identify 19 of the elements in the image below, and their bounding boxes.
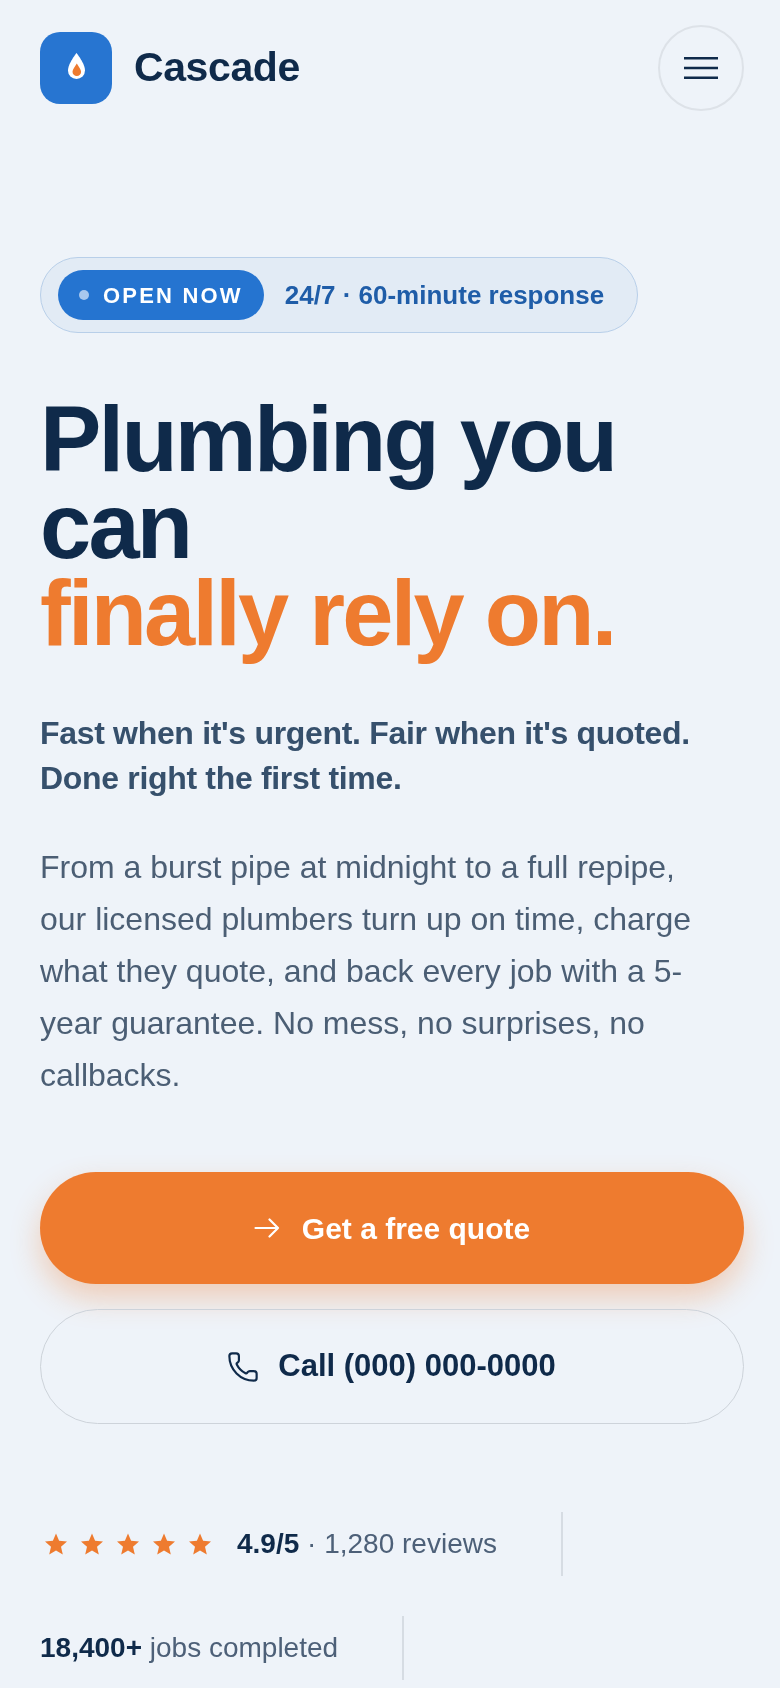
- menu-icon: [684, 57, 718, 79]
- brand-name: Cascade: [134, 43, 300, 93]
- star-icon: [189, 1533, 211, 1555]
- headline-text: Plumbing you can: [40, 396, 617, 570]
- rating-text: 4.9/5 · 1,280 reviews: [237, 1527, 497, 1561]
- description: From a burst pipe at midnight to a full repipe, our licensed plumbers turn up on time, charge what they quote, and back every job with a 5-year guarantee. No mess, no surprises, no callbacks.: [40, 848, 692, 1095]
- status-text: OPEN NOW: [103, 281, 243, 310]
- menu-button[interactable]: [658, 25, 744, 111]
- star-icon: [153, 1533, 175, 1555]
- star-icon: [45, 1533, 67, 1555]
- jobs-count-text: 18,400+ jobs completed: [40, 1631, 339, 1665]
- response-time-text: 24/7 · 60-minute response: [284, 278, 605, 312]
- arrow-right-icon: [253, 1218, 280, 1238]
- subheadline: Fast when it's urgent. Fair when it's quoted. Done right the first time.: [40, 714, 691, 798]
- droplet-logo-icon: [40, 32, 112, 104]
- phone-icon: [228, 1351, 259, 1382]
- star-icon: [117, 1533, 139, 1555]
- star-icon: [81, 1533, 103, 1555]
- headline-accent-text: finally rely on.: [40, 570, 616, 666]
